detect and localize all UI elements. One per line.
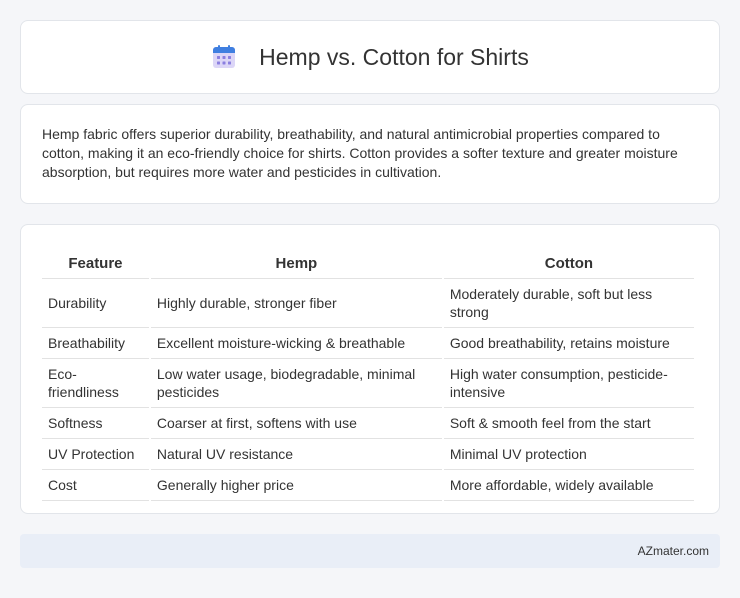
hemp-cell: Natural UV resistance — [150, 439, 442, 470]
feature-cell: Breathability — [42, 328, 149, 359]
header-card: Hemp vs. Cotton for Shirts — [20, 20, 720, 94]
description-card: Hemp fabric offers superior durability, … — [20, 104, 720, 204]
feature-cell: Softness — [42, 408, 149, 439]
table-row: Breathability Excellent moisture-wicking… — [42, 328, 694, 359]
footer: AZmater.com — [20, 534, 720, 568]
page-title: Hemp vs. Cotton for Shirts — [259, 43, 529, 70]
hemp-cell: Low water usage, biodegradable, minimal … — [150, 359, 442, 408]
column-header-feature: Feature — [42, 245, 149, 279]
cotton-cell: Moderately durable, soft but less strong — [443, 279, 694, 328]
feature-cell: Eco-friendliness — [42, 359, 149, 408]
table-row: Eco-friendliness Low water usage, biodeg… — [42, 359, 694, 408]
column-header-hemp: Hemp — [150, 245, 442, 279]
table-header-row: Feature Hemp Cotton — [42, 245, 694, 279]
table-row: UV Protection Natural UV resistance Mini… — [42, 439, 694, 470]
cotton-cell: Good breathability, retains moisture — [443, 328, 694, 359]
footer-source-link[interactable]: AZmater.com — [638, 544, 709, 558]
column-header-cotton: Cotton — [443, 245, 694, 279]
feature-cell: UV Protection — [42, 439, 149, 470]
cotton-cell: Minimal UV protection — [443, 439, 694, 470]
comparison-table: Feature Hemp Cotton Durability Highly du… — [40, 245, 696, 501]
feature-cell: Durability — [42, 279, 149, 328]
cotton-cell: More affordable, widely available — [443, 470, 694, 501]
calendar-icon — [213, 45, 236, 68]
header: Hemp vs. Cotton for Shirts — [211, 44, 529, 71]
comparison-table-card: Feature Hemp Cotton Durability Highly du… — [20, 224, 720, 514]
table-row: Cost Generally higher price More afforda… — [42, 470, 694, 501]
hemp-cell: Excellent moisture-wicking & breathable — [150, 328, 442, 359]
hemp-cell: Generally higher price — [150, 470, 442, 501]
feature-cell: Cost — [42, 470, 149, 501]
cotton-cell: High water consumption, pesticide-intens… — [443, 359, 694, 408]
table-row: Softness Coarser at first, softens with … — [42, 408, 694, 439]
hemp-cell: Highly durable, stronger fiber — [150, 279, 442, 328]
description-text: Hemp fabric offers superior durability, … — [42, 126, 678, 180]
hemp-cell: Coarser at first, softens with use — [150, 408, 442, 439]
table-row: Durability Highly durable, stronger fibe… — [42, 279, 694, 328]
cotton-cell: Soft & smooth feel from the start — [443, 408, 694, 439]
